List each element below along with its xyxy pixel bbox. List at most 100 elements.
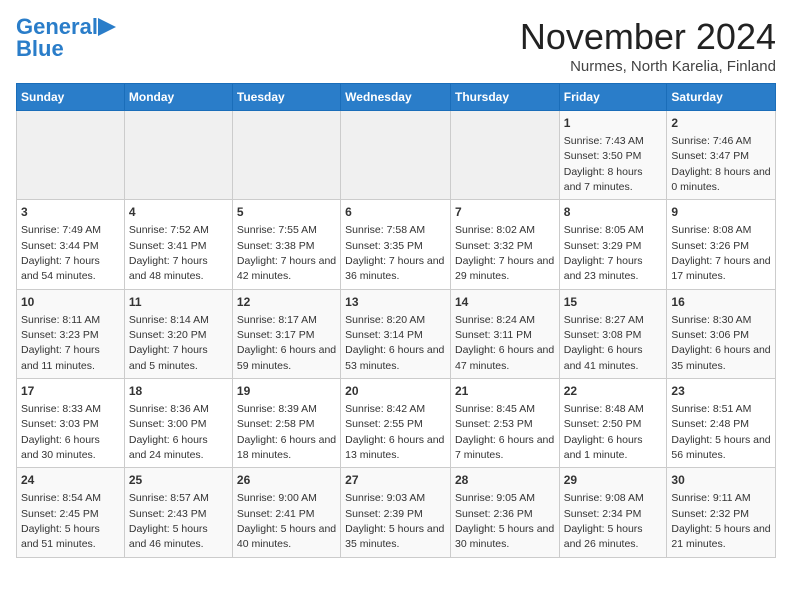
calendar-cell: 8Sunrise: 8:05 AM Sunset: 3:29 PM Daylig… <box>559 200 667 289</box>
calendar-cell: 9 Sunrise: 8:08 AM Sunset: 3:26 PM Daylig… <box>667 200 776 289</box>
day-info: Sunrise: 9:00 AM Sunset: 2:41 PM Dayligh… <box>237 492 336 550</box>
day-info: Sunrise: 8:54 AM Sunset: 2:45 PM Dayligh… <box>21 492 101 550</box>
calendar-cell: 17Sunrise: 8:33 AM Sunset: 3:03 PM Dayli… <box>17 379 125 468</box>
calendar-cell: 11Sunrise: 8:14 AM Sunset: 3:20 PM Dayli… <box>124 289 232 378</box>
calendar-cell: 29 Sunrise: 9:08 AM Sunset: 2:34 PM Dayli… <box>559 468 667 557</box>
day-info: Sunrise: 8:57 AM Sunset: 2:43 PM Dayligh… <box>129 492 209 550</box>
day-info: Sunrise: 8:45 AM Sunset: 2:53 PM Dayligh… <box>455 403 554 461</box>
calendar-cell: 24 Sunrise: 8:54 AM Sunset: 2:45 PM Dayli… <box>17 468 125 557</box>
day-info: Sunrise: 8:36 AM Sunset: 3:00 PM Dayligh… <box>129 403 209 461</box>
day-number: 3 <box>21 204 120 221</box>
calendar-cell: 26 Sunrise: 9:00 AM Sunset: 2:41 PM Dayli… <box>232 468 340 557</box>
day-info: Sunrise: 8:20 AM Sunset: 3:14 PM Dayligh… <box>345 314 444 372</box>
day-number: 1 <box>564 115 663 132</box>
day-info: Sunrise: 7:46 AM Sunset: 3:47 PM Dayligh… <box>671 135 770 193</box>
calendar-title: November 2024 <box>520 16 776 58</box>
calendar-cell: 5 Sunrise: 7:55 AM Sunset: 3:38 PM Daylig… <box>232 200 340 289</box>
calendar-subtitle: Nurmes, North Karelia, Finland <box>520 58 776 75</box>
calendar-cell: 22 Sunrise: 8:48 AM Sunset: 2:50 PM Dayli… <box>559 379 667 468</box>
day-info: Sunrise: 7:55 AM Sunset: 3:38 PM Dayligh… <box>237 224 336 282</box>
day-number: 29 <box>564 472 663 489</box>
calendar-header: SundayMondayTuesdayWednesdayThursdayFrid… <box>17 84 776 111</box>
day-info: Sunrise: 9:08 AM Sunset: 2:34 PM Dayligh… <box>564 492 644 550</box>
calendar-cell: 21 Sunrise: 8:45 AM Sunset: 2:53 PM Dayli… <box>450 379 559 468</box>
day-number: 14 <box>455 294 555 311</box>
day-number: 26 <box>237 472 336 489</box>
day-header-sunday: Sunday <box>17 84 125 111</box>
calendar-cell: 27 Sunrise: 9:03 AM Sunset: 2:39 PM Dayli… <box>341 468 451 557</box>
day-info: Sunrise: 8:27 AM Sunset: 3:08 PM Dayligh… <box>564 314 644 372</box>
day-info: Sunrise: 8:33 AM Sunset: 3:03 PM Dayligh… <box>21 403 101 461</box>
calendar-table: SundayMondayTuesdayWednesdayThursdayFrid… <box>16 83 776 558</box>
day-info: Sunrise: 9:11 AM Sunset: 2:32 PM Dayligh… <box>671 492 770 550</box>
day-number: 25 <box>129 472 228 489</box>
day-number: 21 <box>455 383 555 400</box>
day-number: 4 <box>129 204 228 221</box>
calendar-cell: 7Sunrise: 8:02 AM Sunset: 3:32 PM Daylig… <box>450 200 559 289</box>
day-number: 15 <box>564 294 663 311</box>
day-number: 19 <box>237 383 336 400</box>
calendar-cell <box>232 111 340 200</box>
day-number: 5 <box>237 204 336 221</box>
day-info: Sunrise: 8:48 AM Sunset: 2:50 PM Dayligh… <box>564 403 644 461</box>
day-number: 18 <box>129 383 228 400</box>
day-header-saturday: Saturday <box>667 84 776 111</box>
day-info: Sunrise: 8:17 AM Sunset: 3:17 PM Dayligh… <box>237 314 336 372</box>
day-info: Sunrise: 8:39 AM Sunset: 2:58 PM Dayligh… <box>237 403 336 461</box>
calendar-cell: 3 Sunrise: 7:49 AM Sunset: 3:44 PM Daylig… <box>17 200 125 289</box>
calendar-cell: 30Sunrise: 9:11 AM Sunset: 2:32 PM Dayli… <box>667 468 776 557</box>
day-info: Sunrise: 9:05 AM Sunset: 2:36 PM Dayligh… <box>455 492 554 550</box>
day-info: Sunrise: 8:08 AM Sunset: 3:26 PM Dayligh… <box>671 224 770 282</box>
calendar-cell: 13 Sunrise: 8:20 AM Sunset: 3:14 PM Dayli… <box>341 289 451 378</box>
calendar-cell: 4 Sunrise: 7:52 AM Sunset: 3:41 PM Daylig… <box>124 200 232 289</box>
calendar-cell: 28 Sunrise: 9:05 AM Sunset: 2:36 PM Dayli… <box>450 468 559 557</box>
day-header-monday: Monday <box>124 84 232 111</box>
day-number: 10 <box>21 294 120 311</box>
calendar-cell <box>341 111 451 200</box>
day-info: Sunrise: 8:24 AM Sunset: 3:11 PM Dayligh… <box>455 314 554 372</box>
week-row-1: 3 Sunrise: 7:49 AM Sunset: 3:44 PM Daylig… <box>17 200 776 289</box>
day-number: 28 <box>455 472 555 489</box>
day-info: Sunrise: 7:52 AM Sunset: 3:41 PM Dayligh… <box>129 224 209 282</box>
week-row-4: 24 Sunrise: 8:54 AM Sunset: 2:45 PM Dayli… <box>17 468 776 557</box>
week-row-3: 17Sunrise: 8:33 AM Sunset: 3:03 PM Dayli… <box>17 379 776 468</box>
title-block: November 2024 Nurmes, North Karelia, Fin… <box>520 16 776 75</box>
day-number: 2 <box>671 115 771 132</box>
calendar-cell: 1Sunrise: 7:43 AM Sunset: 3:50 PM Daylig… <box>559 111 667 200</box>
day-number: 9 <box>671 204 771 221</box>
calendar-cell: 25 Sunrise: 8:57 AM Sunset: 2:43 PM Dayli… <box>124 468 232 557</box>
day-header-friday: Friday <box>559 84 667 111</box>
calendar-cell <box>124 111 232 200</box>
calendar-cell: 12 Sunrise: 8:17 AM Sunset: 3:17 PM Dayli… <box>232 289 340 378</box>
day-info: Sunrise: 8:02 AM Sunset: 3:32 PM Dayligh… <box>455 224 554 282</box>
day-info: Sunrise: 7:49 AM Sunset: 3:44 PM Dayligh… <box>21 224 101 282</box>
day-header-wednesday: Wednesday <box>341 84 451 111</box>
calendar-cell <box>17 111 125 200</box>
day-info: Sunrise: 7:58 AM Sunset: 3:35 PM Dayligh… <box>345 224 444 282</box>
calendar-cell: 14 Sunrise: 8:24 AM Sunset: 3:11 PM Dayli… <box>450 289 559 378</box>
logo-arrow-icon <box>98 18 116 36</box>
day-info: Sunrise: 8:30 AM Sunset: 3:06 PM Dayligh… <box>671 314 770 372</box>
day-number: 22 <box>564 383 663 400</box>
logo-text: General <box>16 16 98 38</box>
calendar-cell: 10Sunrise: 8:11 AM Sunset: 3:23 PM Dayli… <box>17 289 125 378</box>
calendar-body: 1Sunrise: 7:43 AM Sunset: 3:50 PM Daylig… <box>17 111 776 558</box>
day-number: 24 <box>21 472 120 489</box>
calendar-cell: 2 Sunrise: 7:46 AM Sunset: 3:47 PM Daylig… <box>667 111 776 200</box>
day-info: Sunrise: 9:03 AM Sunset: 2:39 PM Dayligh… <box>345 492 444 550</box>
day-number: 13 <box>345 294 446 311</box>
day-info: Sunrise: 8:05 AM Sunset: 3:29 PM Dayligh… <box>564 224 644 282</box>
day-number: 11 <box>129 294 228 311</box>
day-header-thursday: Thursday <box>450 84 559 111</box>
day-number: 27 <box>345 472 446 489</box>
day-info: Sunrise: 8:51 AM Sunset: 2:48 PM Dayligh… <box>671 403 770 461</box>
week-row-0: 1Sunrise: 7:43 AM Sunset: 3:50 PM Daylig… <box>17 111 776 200</box>
calendar-cell: 18 Sunrise: 8:36 AM Sunset: 3:00 PM Dayli… <box>124 379 232 468</box>
week-row-2: 10Sunrise: 8:11 AM Sunset: 3:23 PM Dayli… <box>17 289 776 378</box>
day-number: 6 <box>345 204 446 221</box>
day-number: 12 <box>237 294 336 311</box>
days-row: SundayMondayTuesdayWednesdayThursdayFrid… <box>17 84 776 111</box>
calendar-cell: 23Sunrise: 8:51 AM Sunset: 2:48 PM Dayli… <box>667 379 776 468</box>
day-number: 16 <box>671 294 771 311</box>
calendar-cell: 16 Sunrise: 8:30 AM Sunset: 3:06 PM Dayli… <box>667 289 776 378</box>
